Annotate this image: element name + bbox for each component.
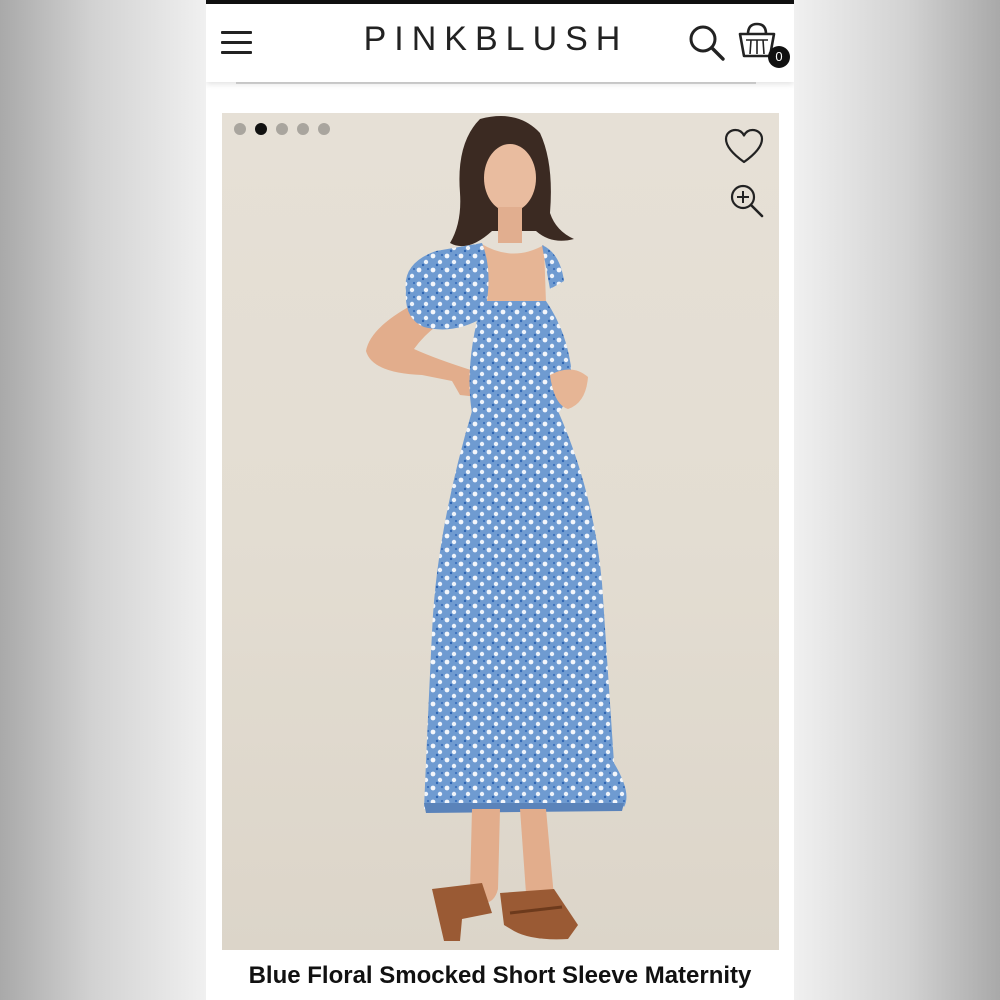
heart-outline-icon[interactable]: [724, 128, 764, 166]
carousel-dot[interactable]: [276, 123, 288, 135]
carousel-dot[interactable]: [234, 123, 246, 135]
carousel-dot-active[interactable]: [255, 123, 267, 135]
carousel-dot[interactable]: [318, 123, 330, 135]
left-blur-backdrop: [0, 0, 206, 1000]
brand-logo[interactable]: PINKBLUSH: [346, 20, 646, 59]
hamburger-menu-icon[interactable]: [221, 28, 253, 56]
cart-count-badge: 0: [768, 46, 790, 68]
search-icon[interactable]: [686, 22, 728, 64]
model-photo: [366, 116, 627, 941]
carousel-dot[interactable]: [297, 123, 309, 135]
mobile-screen: PINKBLUSH 0 Blue Floral Smocked Short Sl…: [206, 0, 794, 1000]
zoom-in-icon[interactable]: [729, 183, 765, 219]
product-image[interactable]: [222, 113, 779, 950]
site-header: PINKBLUSH 0: [206, 4, 794, 82]
shopping-bag-icon[interactable]: 0: [736, 20, 790, 72]
carousel-dots: [234, 123, 330, 137]
right-blur-backdrop: [794, 0, 1000, 1000]
product-title[interactable]: Blue Floral Smocked Short Sleeve Materni…: [206, 962, 794, 990]
